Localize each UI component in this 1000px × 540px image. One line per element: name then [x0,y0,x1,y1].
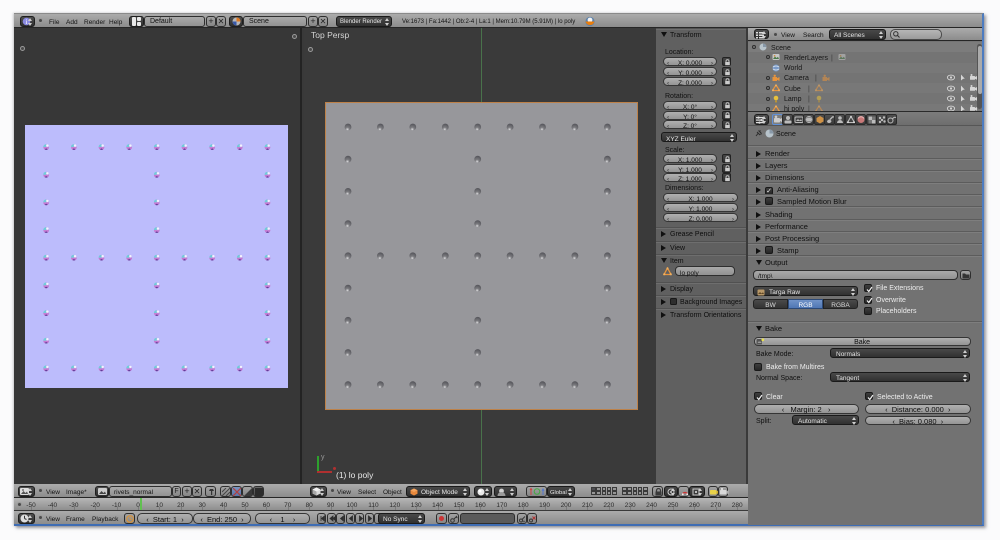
svg-text:+: + [523,519,526,523]
